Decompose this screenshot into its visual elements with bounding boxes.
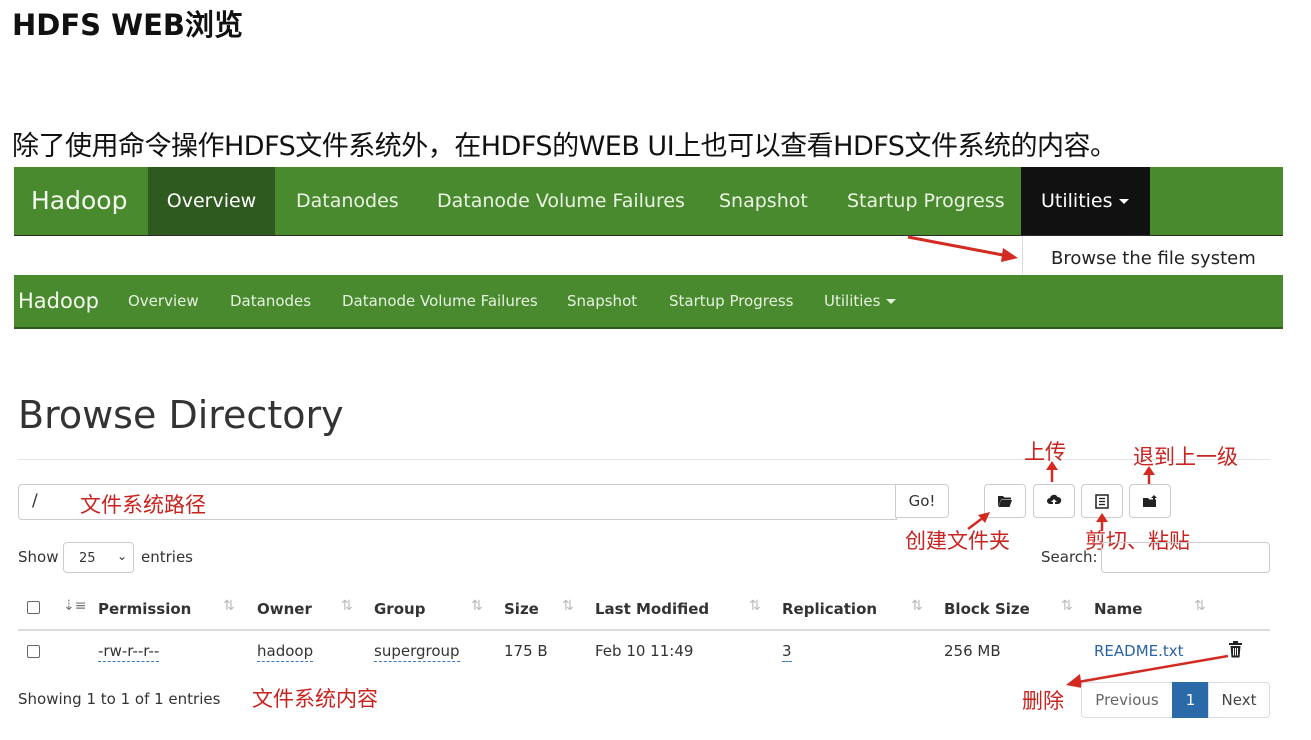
sort-icon[interactable]: ⇅ — [341, 598, 353, 614]
select-all-checkbox[interactable] — [27, 601, 40, 614]
caret-down-icon — [886, 299, 897, 304]
nav-startup-progress[interactable]: Startup Progress — [847, 167, 1005, 235]
path-value: / — [32, 491, 38, 511]
caret-down-icon — [1118, 199, 1129, 204]
column-header-permission[interactable]: Permission — [98, 600, 191, 618]
nav-datanode-volume-failures[interactable]: Datanode Volume Failures — [437, 167, 685, 235]
annotation-arrow-cut-paste — [1096, 513, 1108, 531]
cell-size: 175 B — [504, 642, 548, 660]
pagination-previous[interactable]: Previous — [1081, 682, 1173, 718]
pagination-next[interactable]: Next — [1208, 682, 1270, 718]
pagination-page-1[interactable]: 1 — [1172, 682, 1209, 718]
column-header-last-modified[interactable]: Last Modified — [595, 600, 709, 618]
sort-icon[interactable]: ⇅ — [1061, 598, 1073, 614]
annotation-arrow-upload — [1046, 461, 1058, 482]
column-header-replication[interactable]: Replication — [782, 600, 877, 618]
entries-label: entries — [141, 548, 193, 566]
search-input[interactable] — [1101, 542, 1270, 573]
sort-icon[interactable]: ⇅ — [749, 598, 761, 614]
column-header-group[interactable]: Group — [374, 600, 425, 618]
annotation-arrow-mkdir — [967, 512, 990, 530]
sort-icon[interactable]: ⇅ — [223, 598, 235, 614]
cell-group[interactable]: supergroup — [374, 642, 460, 662]
chevron-down-icon: ⌄ — [116, 549, 127, 563]
column-header-size[interactable]: Size — [504, 600, 539, 618]
show-label: Show — [18, 548, 59, 566]
intro-text: 除了使用命令操作HDFS文件系统外，在HDFS的WEB UI上也可以查看HDFS… — [12, 131, 1117, 162]
sort-asc-icon[interactable]: ⇣≡ — [63, 598, 86, 614]
nav-utilities[interactable]: Utilities — [1021, 167, 1150, 235]
navbar-bottom: Hadoop Overview Datanodes Datanode Volum… — [14, 275, 1283, 329]
annotation-delete: 删除 — [1022, 689, 1064, 713]
navbar-top: Hadoop Overview Datanodes Datanode Volum… — [14, 167, 1283, 236]
annotation-mkdir: 创建文件夹 — [905, 529, 1010, 553]
column-header-name[interactable]: Name — [1094, 600, 1142, 618]
browse-heading: Browse Directory — [18, 393, 344, 437]
go-up-button[interactable] — [1129, 484, 1171, 518]
nav2-startup-progress[interactable]: Startup Progress — [669, 275, 793, 327]
nav2-overview[interactable]: Overview — [128, 275, 199, 327]
nav2-datanode-volume-failures[interactable]: Datanode Volume Failures — [342, 275, 538, 327]
annotation-contents: 文件系统内容 — [252, 687, 378, 711]
menu-item-browse-file-system[interactable]: Browse the file system — [1051, 248, 1256, 269]
cloud-upload-icon — [1047, 494, 1062, 507]
search-label: Search: — [1041, 548, 1098, 566]
sort-icon[interactable]: ⇅ — [911, 598, 923, 614]
nav-utilities-label: Utilities — [1041, 190, 1113, 212]
nav2-utilities[interactable]: Utilities — [824, 275, 897, 327]
nav-snapshot[interactable]: Snapshot — [719, 167, 808, 235]
sort-icon[interactable]: ⇅ — [562, 598, 574, 614]
nav2-snapshot[interactable]: Snapshot — [567, 275, 637, 327]
list-icon — [1095, 493, 1109, 509]
utilities-dropdown: Browse the file system — [1022, 236, 1285, 274]
nav2-datanodes[interactable]: Datanodes — [230, 275, 311, 327]
folder-open-icon — [998, 496, 1012, 507]
nav-datanodes[interactable]: Datanodes — [296, 167, 399, 235]
entries-select[interactable]: 25 ⌄ — [63, 542, 134, 573]
entries-select-value: 25 — [79, 551, 96, 566]
table-info: Showing 1 to 1 of 1 entries — [18, 690, 221, 708]
upload-button[interactable] — [1033, 484, 1075, 518]
annotation-path: 文件系统路径 — [80, 493, 206, 517]
column-header-block-size[interactable]: Block Size — [944, 600, 1030, 618]
row-checkbox[interactable] — [27, 645, 40, 658]
divider — [18, 459, 1270, 460]
cell-block-size: 256 MB — [944, 642, 1001, 660]
navbar2-brand[interactable]: Hadoop — [18, 275, 99, 327]
cell-last-modified: Feb 10 11:49 — [595, 642, 694, 660]
page-title: HDFS WEB浏览 — [12, 8, 244, 42]
cell-permission[interactable]: -rw-r--r-- — [98, 642, 160, 662]
sort-icon[interactable]: ⇅ — [1194, 598, 1206, 614]
annotation-arrow-browse — [907, 235, 1018, 262]
nav-overview[interactable]: Overview — [148, 167, 275, 235]
column-header-owner[interactable]: Owner — [257, 600, 312, 618]
cell-owner[interactable]: hadoop — [257, 642, 314, 662]
go-button[interactable]: Go! — [895, 484, 949, 518]
annotation-arrow-go-up — [1143, 466, 1155, 484]
table-header-divider — [18, 629, 1270, 631]
sort-icon[interactable]: ⇅ — [471, 598, 483, 614]
cell-replication[interactable]: 3 — [782, 642, 792, 662]
folder-up-icon — [1142, 495, 1157, 507]
nav2-utilities-label: Utilities — [824, 292, 881, 310]
navbar-brand[interactable]: Hadoop — [31, 167, 127, 235]
